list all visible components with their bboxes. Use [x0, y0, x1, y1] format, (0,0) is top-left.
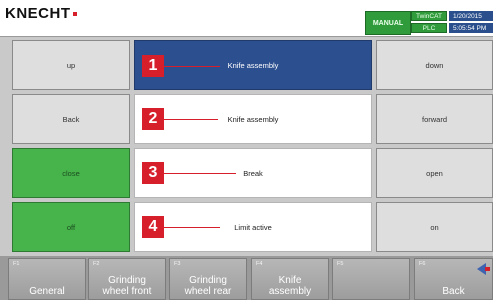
annotation-marker-1: 1	[142, 55, 164, 77]
fkey-number: F1	[13, 261, 20, 267]
datetime-box: 1/20/2015 5:05:54 PM	[449, 11, 493, 33]
brand-name: KNECHT	[5, 5, 71, 22]
date-label: 1/20/2015	[449, 11, 493, 21]
close-button[interactable]: close	[12, 148, 130, 198]
up-button[interactable]: up	[12, 40, 130, 90]
fkey-knife-assembly[interactable]: F4 Knife assembly	[251, 258, 329, 300]
annotation-leader-1	[164, 66, 220, 67]
fkey-number: F4	[256, 261, 263, 267]
twincat-status: TwinCAT PLC	[411, 11, 447, 33]
fkey-number: F6	[419, 261, 426, 267]
fkey-back[interactable]: F6 Back	[414, 258, 493, 300]
logo-dot	[72, 12, 77, 16]
fkey-label: Grinding wheel front	[102, 275, 152, 297]
annotation-marker-4: 4	[142, 216, 164, 238]
open-button[interactable]: open	[376, 148, 493, 198]
twincat-label: TwinCAT	[411, 11, 447, 21]
fkey-general[interactable]: F1 General	[8, 258, 86, 300]
annotation-leader-3	[164, 173, 236, 174]
fkey-number: F3	[174, 261, 181, 267]
row-label: Knife assembly	[227, 60, 279, 70]
fkey-label: General	[29, 286, 65, 297]
annotation-leader-2	[164, 119, 218, 120]
annotation-marker-3: 3	[142, 162, 164, 184]
fkey-grinding-wheel-rear[interactable]: F3 Grinding wheel rear	[169, 258, 247, 300]
plc-label: PLC	[411, 23, 447, 33]
fkey-label: Back	[442, 286, 465, 297]
row-label: Knife assembly	[227, 114, 279, 124]
row-label: Limit active	[234, 222, 272, 232]
header-bar: KNECHT MANUAL TwinCAT PLC 1/20/2015 5:05…	[0, 0, 493, 37]
fkey-label: Knife assembly	[268, 275, 312, 297]
time-label: 5:05:54 PM	[449, 23, 493, 33]
fkey-number: F2	[93, 261, 100, 267]
fkey-label: Grinding wheel rear	[184, 275, 232, 297]
row-label: Break	[243, 168, 263, 178]
fkey-number: F5	[337, 261, 344, 267]
forward-button[interactable]: forward	[376, 94, 493, 144]
knife-assembly-row-selected[interactable]: Knife assembly	[134, 40, 372, 90]
down-button[interactable]: down	[376, 40, 493, 90]
fkey-grinding-wheel-front[interactable]: F2 Grinding wheel front	[88, 258, 166, 300]
off-button[interactable]: off	[12, 202, 130, 252]
fkey-empty[interactable]: F5	[332, 258, 410, 300]
back-arrow-tail-icon	[485, 267, 490, 271]
annotation-marker-2: 2	[142, 108, 164, 130]
on-button[interactable]: on	[376, 202, 493, 252]
annotation-leader-4	[164, 227, 220, 228]
mode-badge: MANUAL	[365, 11, 411, 35]
brand-logo: KNECHT	[5, 5, 77, 22]
back-button[interactable]: Back	[12, 94, 130, 144]
